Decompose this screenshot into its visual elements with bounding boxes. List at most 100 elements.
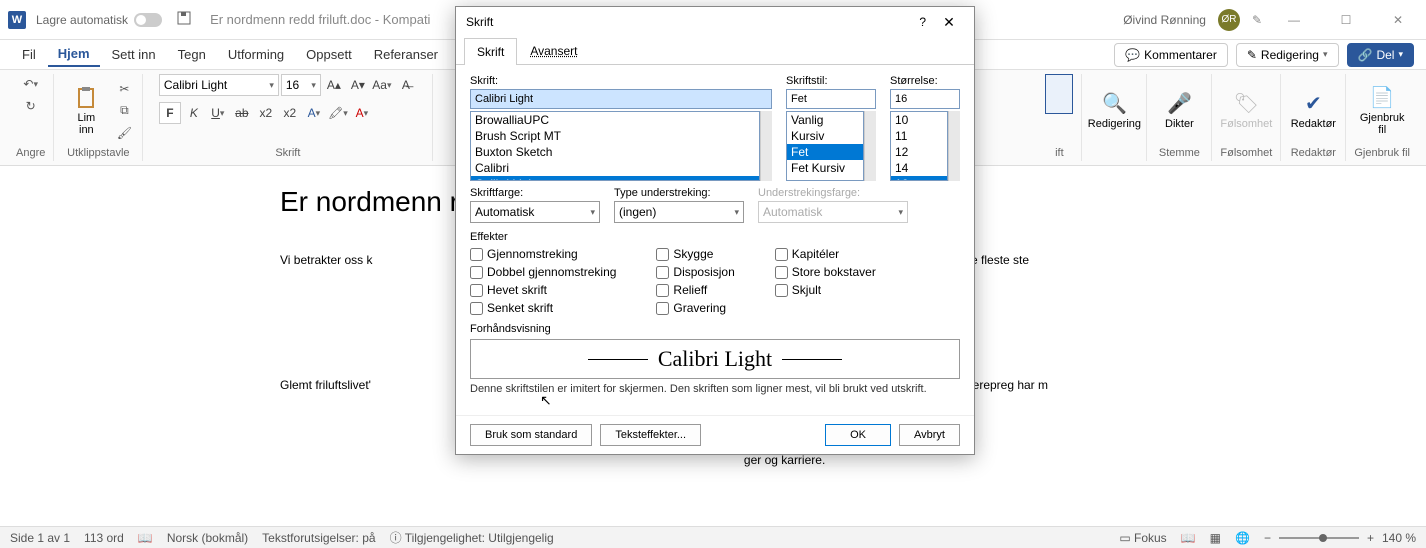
clear-format-icon[interactable]: A̶	[395, 74, 417, 96]
chk-gjennomstreking[interactable]: Gjennomstreking	[470, 247, 616, 261]
size-list-scrollbar[interactable]	[948, 111, 960, 181]
undo-icon[interactable]: ↶▾	[21, 74, 41, 94]
highlight-icon[interactable]: 🖍▾	[327, 102, 349, 124]
chk-hevet[interactable]: Hevet skrift	[470, 283, 616, 297]
size-option[interactable]: 12	[891, 144, 947, 160]
style-option[interactable]: Fet Kursiv	[787, 160, 863, 176]
chk-senket[interactable]: Senket skrift	[470, 301, 616, 315]
status-words[interactable]: 113 ord	[84, 531, 124, 545]
tab-sett-inn[interactable]: Sett inn	[102, 43, 166, 66]
status-page[interactable]: Side 1 av 1	[10, 531, 70, 545]
font-option-selected[interactable]: Calibri Light	[471, 176, 759, 181]
gjenbruk-button[interactable]: 📄Gjenbruk fil	[1358, 79, 1406, 143]
font-list-scrollbar[interactable]	[760, 111, 772, 181]
close-window-button[interactable]: ✕	[1378, 5, 1418, 35]
font-option[interactable]: Buxton Sketch	[471, 144, 759, 160]
btn-avbryt[interactable]: Avbryt	[899, 424, 960, 446]
text-effects-icon[interactable]: A▾	[303, 102, 325, 124]
chk-kapiteler[interactable]: Kapitéler	[775, 247, 876, 261]
tab-tegn[interactable]: Tegn	[168, 43, 216, 66]
autosave-toggle[interactable]	[134, 13, 162, 27]
copy-icon[interactable]: ⧉	[114, 101, 134, 121]
size-option[interactable]: 10	[891, 112, 947, 128]
zoom-control[interactable]: − + 140 %	[1264, 531, 1416, 545]
font-name-combo[interactable]: Calibri Light▾	[159, 74, 279, 96]
font-option[interactable]: BrowalliaUPC	[471, 112, 759, 128]
font-style-listbox[interactable]: Vanlig Kursiv Fet Fet Kursiv	[786, 111, 864, 181]
btn-teksteffekter[interactable]: Teksteffekter...	[600, 424, 701, 446]
italic-button[interactable]: K	[183, 102, 205, 124]
chk-dobbel[interactable]: Dobbel gjennomstreking	[470, 265, 616, 279]
tab-utforming[interactable]: Utforming	[218, 43, 294, 66]
view-print-icon[interactable]: ▦	[1210, 531, 1221, 545]
style-option-selected[interactable]: Fet	[787, 144, 863, 160]
view-web-icon[interactable]: 🌐	[1235, 531, 1250, 545]
user-avatar[interactable]: ØR	[1218, 9, 1240, 31]
font-option[interactable]: Brush Script MT	[471, 128, 759, 144]
size-option-selected[interactable]: 16	[891, 176, 947, 181]
size-option[interactable]: 11	[891, 128, 947, 144]
font-size-input[interactable]	[890, 89, 960, 109]
tab-fil[interactable]: Fil	[12, 43, 46, 66]
zoom-value[interactable]: 140 %	[1382, 531, 1416, 545]
maximize-button[interactable]: ☐	[1326, 5, 1366, 35]
chk-gravering[interactable]: Gravering	[656, 301, 734, 315]
chk-relieff[interactable]: Relieff	[656, 283, 734, 297]
status-lang[interactable]: Norsk (bokmål)	[167, 531, 248, 545]
font-name-input[interactable]	[470, 89, 772, 109]
zoom-slider[interactable]	[1279, 537, 1359, 539]
styles-gallery[interactable]	[1045, 74, 1073, 114]
pen-icon[interactable]: ✎	[1252, 13, 1262, 27]
zoom-in-icon[interactable]: +	[1367, 531, 1374, 545]
style-option[interactable]: Vanlig	[787, 112, 863, 128]
chk-disposisjon[interactable]: Disposisjon	[656, 265, 734, 279]
chk-skygge[interactable]: Skygge	[656, 247, 734, 261]
folsomhet-button[interactable]: 🏷Følsomhet	[1222, 79, 1270, 143]
font-style-input[interactable]	[786, 89, 876, 109]
font-size-listbox[interactable]: 10 11 12 14 16	[890, 111, 948, 181]
view-read-icon[interactable]: 📖	[1181, 531, 1196, 545]
cut-icon[interactable]: ✂	[114, 79, 134, 99]
kommentarer-button[interactable]: 💬 Kommentarer	[1114, 43, 1228, 67]
redigering-button[interactable]: 🔍Redigering	[1090, 79, 1138, 143]
style-option[interactable]: Kursiv	[787, 128, 863, 144]
minimize-button[interactable]: —	[1274, 5, 1314, 35]
tab-oppsett[interactable]: Oppsett	[296, 43, 362, 66]
status-spell-icon[interactable]: 📖	[138, 531, 153, 545]
format-painter-icon[interactable]: 🖌	[114, 123, 134, 143]
font-size-combo[interactable]: 16▾	[281, 74, 321, 96]
btn-bruk-standard[interactable]: Bruk som standard	[470, 424, 592, 446]
dialog-close-button[interactable]: ✕	[934, 7, 964, 37]
shrink-font-icon[interactable]: A▾	[347, 74, 369, 96]
chk-skjult[interactable]: Skjult	[775, 283, 876, 297]
bold-button[interactable]: F	[159, 102, 181, 124]
dialog-tab-skrift[interactable]: Skrift	[464, 38, 517, 65]
superscript-button[interactable]: x2	[279, 102, 301, 124]
underline-button[interactable]: U▾	[207, 102, 229, 124]
font-color-combo[interactable]: Automatisk▾	[470, 201, 600, 223]
status-pred[interactable]: Tekstforutsigelser: på	[262, 531, 375, 545]
btn-ok[interactable]: OK	[825, 424, 891, 446]
paste-button[interactable]: Lim inn	[62, 79, 110, 143]
style-list-scrollbar[interactable]	[864, 111, 876, 181]
subscript-button[interactable]: x2	[255, 102, 277, 124]
del-button[interactable]: 🔗 Del ▾	[1347, 43, 1415, 67]
save-icon[interactable]	[176, 10, 192, 29]
dialog-help-button[interactable]: ?	[919, 15, 926, 29]
zoom-out-icon[interactable]: −	[1264, 531, 1271, 545]
status-fokus[interactable]: ▭ Fokus	[1119, 531, 1166, 545]
grow-font-icon[interactable]: A▴	[323, 74, 345, 96]
dialog-tab-avansert[interactable]: Avansert	[517, 37, 590, 64]
dikter-button[interactable]: 🎤Dikter	[1155, 79, 1203, 143]
font-color-icon[interactable]: A▾	[351, 102, 373, 124]
redo-icon[interactable]: ↻	[21, 96, 41, 116]
size-option[interactable]: 14	[891, 160, 947, 176]
font-name-listbox[interactable]: BrowalliaUPC Brush Script MT Buxton Sket…	[470, 111, 760, 181]
chk-store[interactable]: Store bokstaver	[775, 265, 876, 279]
underline-type-combo[interactable]: (ingen)▾	[614, 201, 744, 223]
change-case-icon[interactable]: Aa▾	[371, 74, 393, 96]
status-acc[interactable]: ⓘ Tilgjengelighet: Utilgjengelig	[390, 529, 554, 546]
tab-hjem[interactable]: Hjem	[48, 42, 100, 67]
user-name[interactable]: Øivind Rønning	[1123, 13, 1206, 27]
redigering-mode-button[interactable]: ✎ Redigering ▾	[1236, 43, 1339, 67]
